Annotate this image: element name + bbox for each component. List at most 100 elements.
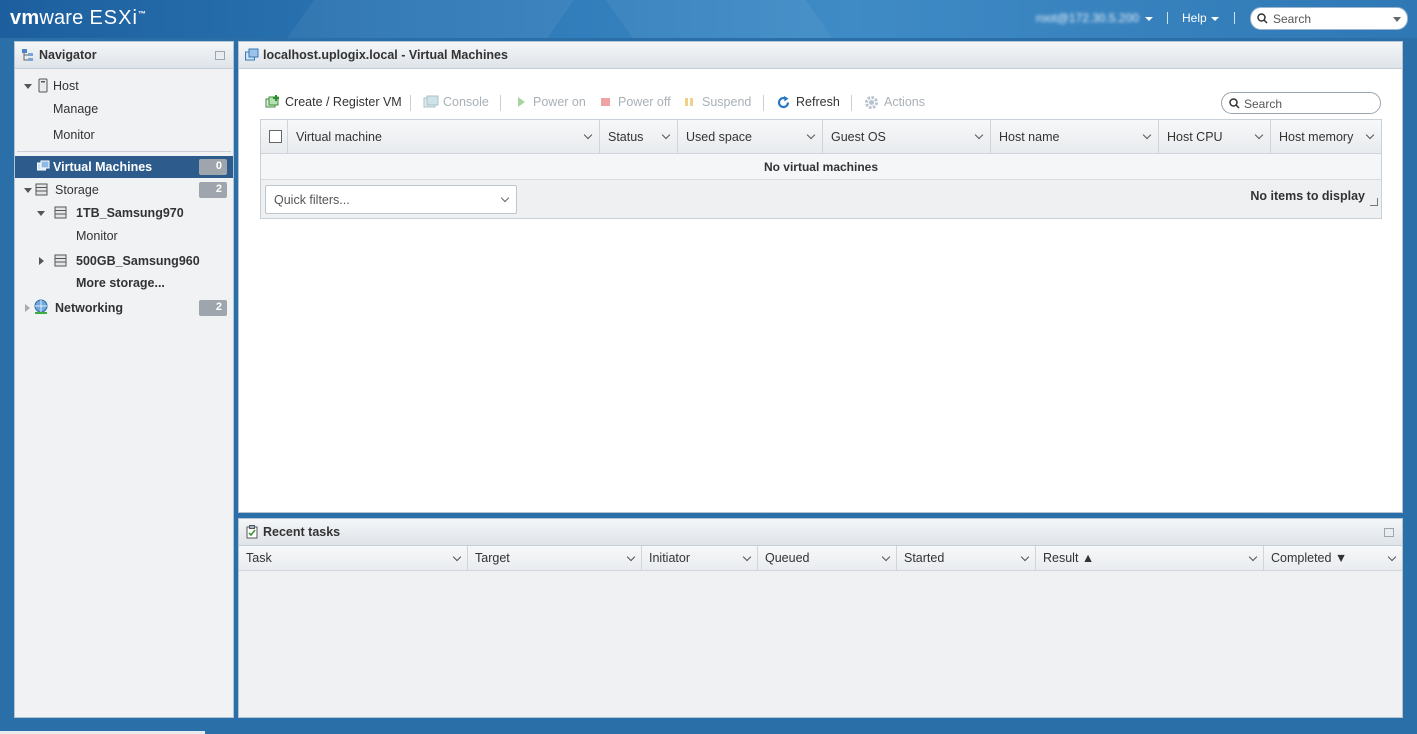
help-menu[interactable]: Help	[1182, 11, 1207, 25]
nav-item-manage[interactable]: Manage	[15, 98, 233, 120]
chevron-down-icon	[1145, 17, 1153, 21]
pause-icon	[685, 98, 693, 106]
empty-message: No virtual machines	[261, 154, 1381, 180]
chevron-down-icon[interactable]	[626, 552, 636, 562]
resize-handle-icon[interactable]	[1370, 198, 1378, 206]
search-placeholder: Search	[1244, 97, 1283, 111]
gear-icon	[865, 96, 878, 109]
quick-filters-select[interactable]: Quick filters...	[265, 185, 517, 214]
column-header-target[interactable]: Target	[468, 546, 642, 571]
top-banner: vmware ESXi™ root@172.30.5.200 Help Searc…	[0, 0, 1417, 38]
networking-globe-icon	[34, 299, 48, 314]
chevron-down-icon[interactable]	[583, 130, 593, 140]
chevron-down-icon[interactable]	[661, 130, 671, 140]
suspend-button[interactable]: Suspend	[684, 95, 751, 111]
column-header-used-space[interactable]: Used space	[678, 120, 823, 154]
column-header-completed[interactable]: Completed ▼	[1264, 546, 1402, 571]
recent-tasks-panel: Recent tasks Task Target Initiator Queue…	[238, 518, 1403, 718]
item-count-label: No items to display	[1250, 189, 1365, 203]
nav-item-storage[interactable]: Storage 2	[15, 179, 233, 201]
tasks-clipboard-icon	[246, 525, 258, 539]
collapse-icon[interactable]	[1384, 528, 1394, 537]
console-button[interactable]: Console	[423, 95, 489, 111]
chevron-down-icon[interactable]	[806, 130, 816, 140]
nav-item-datastore-500gb[interactable]: 500GB_Samsung960	[15, 250, 233, 272]
create-register-vm-button[interactable]: Create / Register VM	[265, 95, 402, 111]
expand-arrow-icon[interactable]	[25, 304, 30, 312]
column-header-task[interactable]: Task	[239, 546, 468, 571]
count-badge: 2	[199, 300, 227, 316]
chevron-down-icon	[1393, 17, 1401, 22]
chevron-down-icon	[1211, 17, 1219, 21]
chevron-down-icon[interactable]	[1254, 130, 1264, 140]
collapse-icon[interactable]	[215, 51, 225, 60]
nav-item-datastore-monitor[interactable]: Monitor	[15, 225, 233, 247]
column-header-host-memory[interactable]: Host memory	[1271, 120, 1381, 154]
column-header-host-name[interactable]: Host name	[991, 120, 1159, 154]
expand-arrow-icon[interactable]	[39, 257, 44, 265]
chevron-down-icon[interactable]	[974, 130, 984, 140]
window-bottom-edge	[0, 722, 1417, 734]
column-header-guest-os[interactable]: Guest OS	[823, 120, 991, 154]
panel-header: Recent tasks	[239, 519, 1402, 546]
column-header-result[interactable]: Result ▲	[1036, 546, 1264, 571]
search-icon	[1257, 13, 1268, 24]
nav-item-monitor[interactable]: Monitor	[15, 124, 233, 146]
chevron-down-icon[interactable]	[881, 552, 891, 562]
chevron-down-icon[interactable]	[742, 552, 752, 562]
count-badge: 0	[199, 159, 227, 175]
column-header-status[interactable]: Status	[600, 120, 678, 154]
global-search-input[interactable]: Search	[1250, 7, 1408, 30]
chevron-down-icon[interactable]	[1365, 130, 1375, 140]
play-icon	[518, 97, 525, 107]
tasks-table-body	[239, 571, 1402, 717]
user-menu[interactable]: root@172.30.5.200	[1036, 11, 1139, 25]
vmware-esxi-logo: vmware ESXi™	[10, 7, 147, 29]
nav-item-more-storage[interactable]: More storage...	[15, 272, 233, 294]
nav-item-host[interactable]: Host	[15, 75, 233, 97]
chevron-down-icon[interactable]	[1142, 130, 1152, 140]
storage-icon	[35, 183, 48, 196]
column-header-initiator[interactable]: Initiator	[642, 546, 758, 571]
refresh-button[interactable]: Refresh	[776, 95, 840, 111]
divider	[1234, 12, 1235, 24]
chevron-down-icon	[500, 193, 510, 203]
actions-button[interactable]: Actions	[864, 95, 925, 111]
column-header-started[interactable]: Started	[897, 546, 1036, 571]
divider	[851, 95, 852, 111]
nav-item-virtual-machines[interactable]: Virtual Machines 0	[15, 156, 233, 178]
nav-item-datastore-1tb[interactable]: 1TB_Samsung970	[15, 202, 233, 224]
expand-arrow-icon[interactable]	[24, 188, 32, 193]
navigator-panel: Navigator Host Manage Monitor Virtual Ma…	[14, 41, 234, 718]
power-off-button[interactable]: Power off	[600, 95, 671, 111]
search-placeholder: Search	[1273, 12, 1312, 26]
refresh-icon	[777, 96, 790, 109]
page-title: localhost.uplogix.local - Virtual Machin…	[263, 48, 508, 62]
host-server-icon	[38, 78, 48, 93]
select-all-checkbox[interactable]	[269, 130, 282, 143]
stop-icon	[601, 98, 610, 106]
navigator-icon	[22, 49, 33, 61]
column-header-host-cpu[interactable]: Host CPU	[1159, 120, 1271, 154]
create-vm-icon	[265, 95, 279, 108]
column-header-virtual-machine[interactable]: Virtual machine	[288, 120, 600, 154]
chevron-down-icon[interactable]	[1020, 552, 1030, 562]
expand-arrow-icon[interactable]	[37, 211, 45, 216]
count-badge: 2	[199, 182, 227, 198]
chevron-down-icon[interactable]	[1387, 552, 1397, 562]
chevron-down-icon[interactable]	[1248, 552, 1258, 562]
virtual-machines-icon	[37, 160, 50, 171]
chevron-down-icon[interactable]	[452, 552, 462, 562]
divider	[17, 151, 231, 152]
power-on-button[interactable]: Power on	[515, 95, 586, 111]
divider	[763, 95, 764, 111]
vm-table: Virtual machine Status Used space Guest …	[260, 119, 1382, 219]
expand-arrow-icon[interactable]	[24, 84, 32, 89]
navigator-header: Navigator	[15, 42, 233, 69]
banner-decoration	[577, 0, 863, 38]
vm-search-input[interactable]: Search	[1221, 92, 1381, 114]
nav-item-networking[interactable]: Networking 2	[15, 297, 233, 319]
divider	[410, 95, 411, 111]
column-header-queued[interactable]: Queued	[758, 546, 897, 571]
navigator-title: Navigator	[39, 48, 97, 62]
